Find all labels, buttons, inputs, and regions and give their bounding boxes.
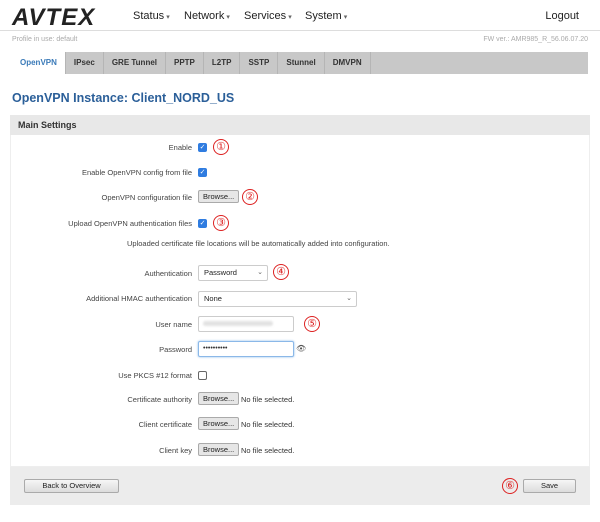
header-divider xyxy=(0,30,600,31)
chevron-down-icon: ⌄ xyxy=(257,269,263,276)
select-value: None xyxy=(204,294,222,303)
caret-down-icon: ▾ xyxy=(343,14,348,21)
config-from-file-checkbox[interactable]: ✓ xyxy=(198,168,207,177)
config-file-browse-button[interactable]: Browse... xyxy=(198,190,240,203)
client-key-file-status: No file selected. xyxy=(241,446,295,455)
client-cert-file-status: No file selected. xyxy=(241,420,295,429)
fw-version: FW ver.: AMR985_R_56.06.07.20 xyxy=(483,36,588,43)
annotation-2: ② xyxy=(242,189,258,205)
nav-label: Status xyxy=(133,10,165,22)
avtex-logo: AVTEX xyxy=(12,4,96,31)
nav-label: System xyxy=(305,10,342,22)
label-client-key: Client key xyxy=(159,446,192,455)
caret-down-icon: ▾ xyxy=(288,14,292,21)
tab-dmvpn[interactable]: DMVPN xyxy=(325,52,371,74)
tab-bar: OpenVPN IPsec GRE Tunnel PPTP L2TP SSTP … xyxy=(12,52,588,74)
hmac-select[interactable]: None ⌄ xyxy=(198,291,357,307)
nav-status[interactable]: Status ▾ xyxy=(133,10,170,22)
annotation-6: ⑥ xyxy=(502,478,518,494)
label-pkcs: Use PKCS #12 format xyxy=(118,371,192,380)
nav-label: Network xyxy=(184,10,225,22)
label-authentication: Authentication xyxy=(144,269,192,278)
authentication-select[interactable]: Password ⌄ xyxy=(198,265,268,281)
ca-file-status: No file selected. xyxy=(241,395,295,404)
annotation-1: ① xyxy=(213,139,229,155)
back-to-overview-button[interactable]: Back to Overview xyxy=(24,479,119,493)
label-client-cert: Client certificate xyxy=(138,420,192,429)
label-enable: Enable xyxy=(168,143,192,152)
nav-system[interactable]: System ▾ xyxy=(305,10,347,22)
logout-link[interactable]: Logout xyxy=(545,10,579,22)
pkcs-checkbox[interactable] xyxy=(198,371,207,380)
profile-text: Profile in use: default xyxy=(12,36,78,43)
tab-gre-tunnel[interactable]: GRE Tunnel xyxy=(104,52,166,74)
enable-checkbox[interactable]: ✓ xyxy=(198,143,207,152)
select-value: Password xyxy=(204,268,237,277)
tab-sstp[interactable]: SSTP xyxy=(240,52,279,74)
upload-auth-checkbox[interactable]: ✓ xyxy=(198,219,207,228)
chevron-down-icon: ⌄ xyxy=(346,295,352,302)
client-cert-browse-button[interactable]: Browse... xyxy=(198,417,240,430)
password-input[interactable]: •••••••••• xyxy=(198,341,294,357)
section-header: Main Settings xyxy=(10,115,590,135)
upload-note: Uploaded certificate file locations will… xyxy=(127,239,390,248)
caret-down-icon: ▾ xyxy=(226,14,230,21)
ca-browse-button[interactable]: Browse... xyxy=(198,392,240,405)
caret-down-icon: ▾ xyxy=(166,14,170,21)
label-password: Password xyxy=(159,345,192,354)
annotation-4: ④ xyxy=(273,264,289,280)
nav-label: Services xyxy=(244,10,287,22)
save-button[interactable]: Save xyxy=(523,479,576,493)
nav-network[interactable]: Network ▾ xyxy=(184,10,230,22)
nav-services[interactable]: Services ▾ xyxy=(244,10,292,22)
label-upload-auth: Upload OpenVPN authentication files xyxy=(68,219,192,228)
tab-stunnel[interactable]: Stunnel xyxy=(278,52,325,74)
label-config-file: OpenVPN configuration file xyxy=(101,193,192,202)
tab-ipsec[interactable]: IPsec xyxy=(66,52,104,74)
label-hmac: Additional HMAC authentication xyxy=(86,294,192,303)
annotation-3: ③ xyxy=(213,215,229,231)
page-title: OpenVPN Instance: Client_NORD_US xyxy=(12,91,235,105)
annotation-5: ⑤ xyxy=(304,316,320,332)
tab-pptp[interactable]: PPTP xyxy=(166,52,204,74)
label-config-from-file: Enable OpenVPN config from file xyxy=(81,168,192,177)
username-input[interactable] xyxy=(198,316,294,332)
label-ca: Certificate authority xyxy=(127,395,192,404)
tab-l2tp[interactable]: L2TP xyxy=(204,52,241,74)
client-key-browse-button[interactable]: Browse... xyxy=(198,443,240,456)
eye-toggle-icon[interactable]: 👁 xyxy=(296,344,306,353)
tab-openvpn[interactable]: OpenVPN xyxy=(12,52,66,74)
blurred-value xyxy=(203,321,273,326)
label-username: User name xyxy=(155,320,192,329)
